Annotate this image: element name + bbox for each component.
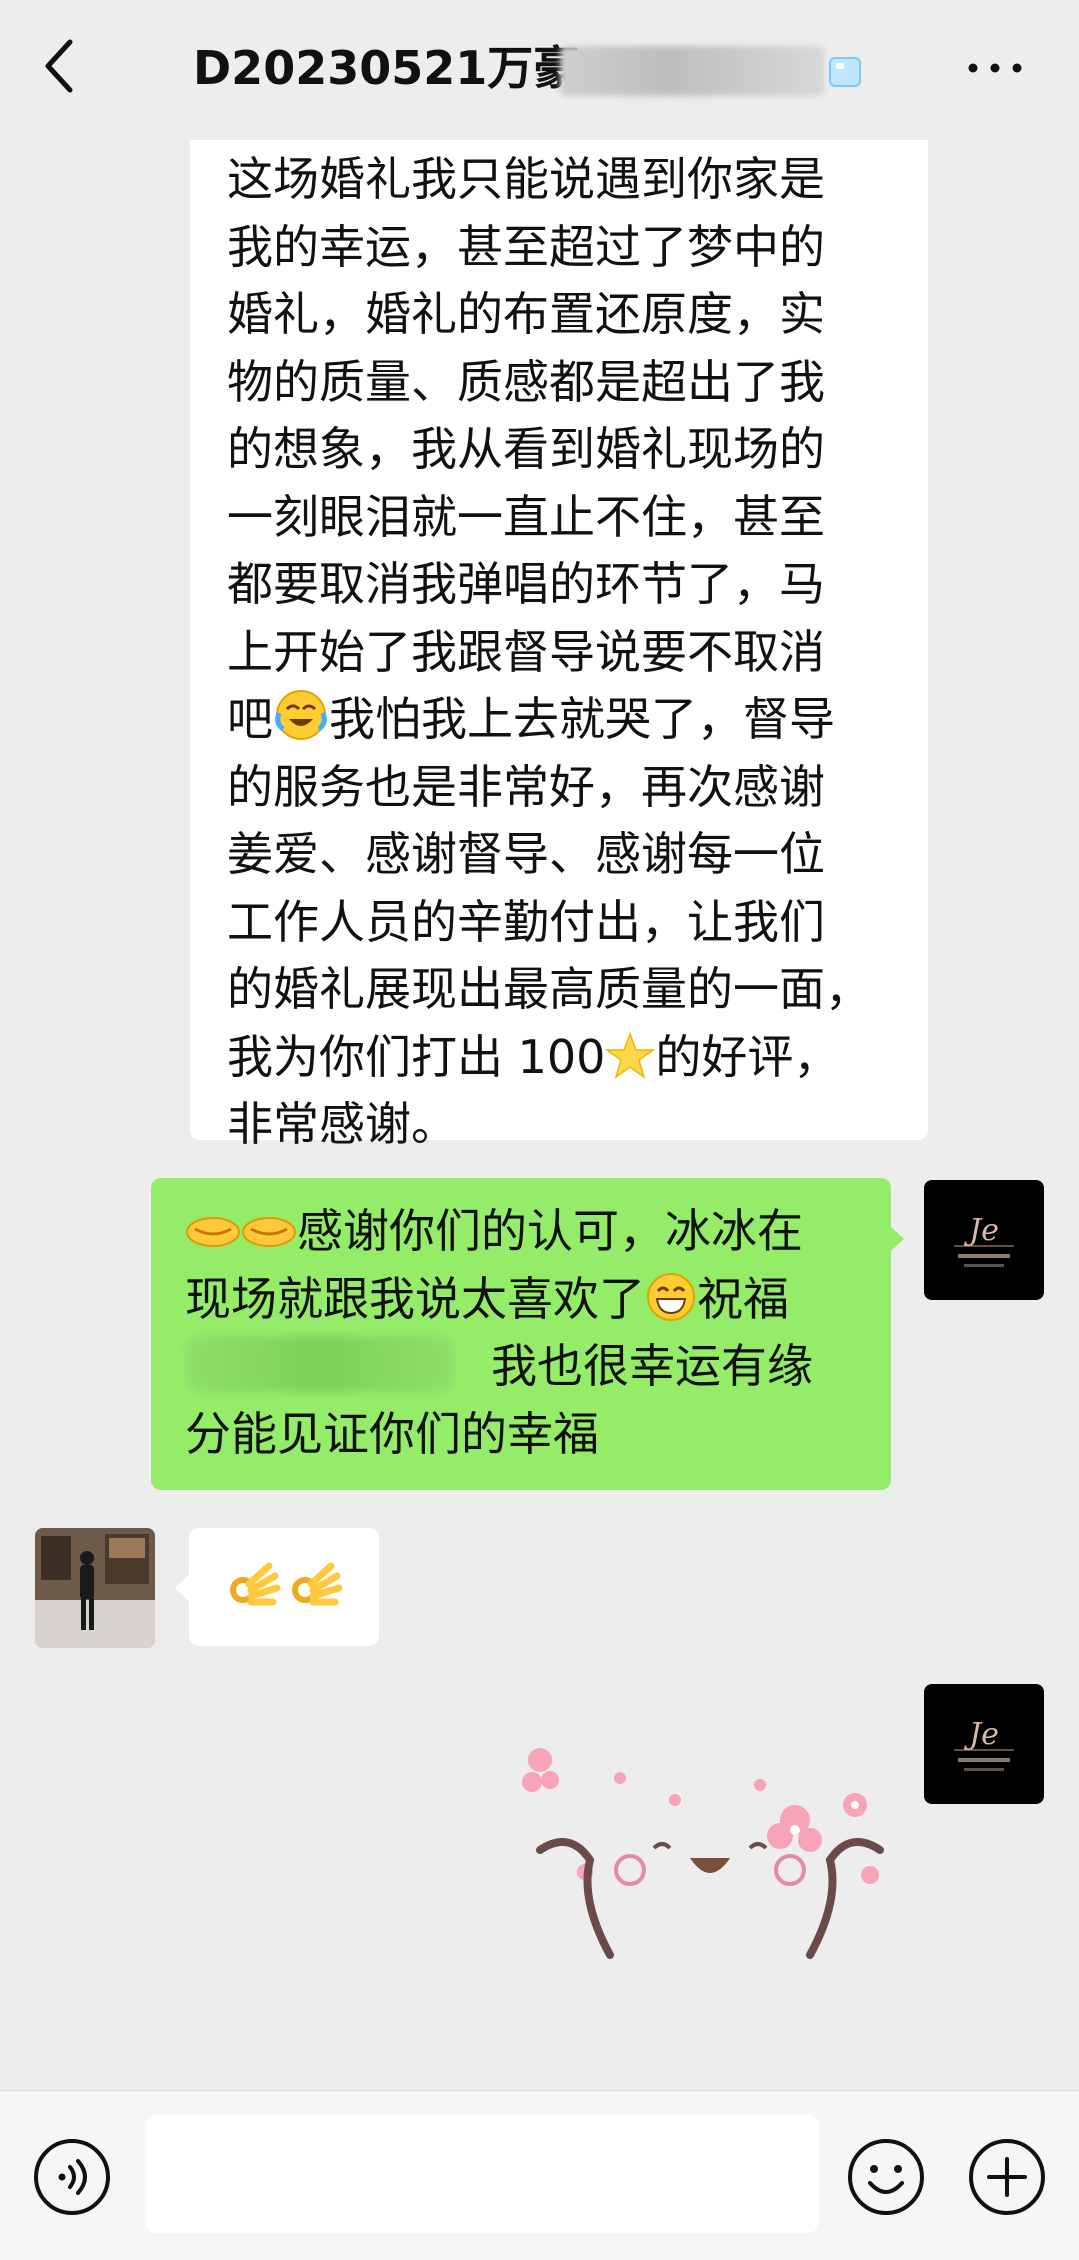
svg-text:Je: Je xyxy=(963,1717,999,1752)
message-line: 分能见证你们的幸福 xyxy=(185,1406,599,1461)
chat-title: D20230521万豪 xyxy=(193,41,580,95)
crying-laughing-emoji-icon xyxy=(273,687,329,762)
je-logo-icon: Je xyxy=(954,1213,1014,1267)
voice-button[interactable] xyxy=(32,2137,112,2217)
message-line: 上开始了我跟督导说要不取消 xyxy=(227,624,825,679)
message-text: 我怕我上去就哭了，督导 xyxy=(329,692,835,746)
message-line: 的想象，我从看到婚礼现场的 xyxy=(227,422,825,476)
redacted-name xyxy=(185,1336,455,1392)
my-avatar[interactable]: Je xyxy=(924,1684,1044,1804)
message-line: 都要取消我弹唱的环节了，马 xyxy=(227,557,825,611)
ok-hand-icon xyxy=(287,1560,343,1635)
message-line: 一刻眼泪就一直止不住，甚至 xyxy=(227,489,825,544)
message-line: 我也很幸运有缘 xyxy=(185,1333,891,1401)
received-message-bubble[interactable]: 这场婚礼我只能说遇到你家是 我的幸运，甚至超过了梦中的 婚礼，婚礼的布置还原度，… xyxy=(190,120,928,1151)
message-line: 姜爱、感谢督导、感谢每一位 xyxy=(227,827,825,881)
more-button[interactable] xyxy=(965,60,1025,76)
message-line: 非常感谢。 xyxy=(227,1097,457,1151)
message-text: 我为你们打出 100 xyxy=(227,1029,606,1084)
sent-message-bubble[interactable]: 感谢你们的认可，冰冰在 现场就跟我说太喜欢了 祝福 我也很幸运有缘 分能见证你们… xyxy=(151,1178,891,1490)
star-emoji-icon xyxy=(605,1031,656,1100)
message-text: 我也很幸运有缘 xyxy=(491,1339,813,1393)
received-message-bubble[interactable] xyxy=(189,1528,379,1646)
message-line: 感谢你们的认可，冰冰在 xyxy=(185,1198,891,1266)
cute-face-sticker-icon xyxy=(522,1748,884,1959)
message-text: 现场就跟我说太喜欢了 xyxy=(185,1271,645,1326)
message-line: 我为你们打出 100 的好评， xyxy=(227,1024,928,1092)
message-line: 吧 我怕我上去就哭了，督导 xyxy=(227,686,928,754)
redacted-title-part xyxy=(560,46,825,96)
message-text: 吧 xyxy=(227,692,273,746)
message-text: 的好评， xyxy=(655,1029,840,1084)
sticker-message[interactable] xyxy=(520,1740,900,2000)
message-text: 祝福 xyxy=(697,1271,789,1326)
voice-icon xyxy=(34,2139,110,2215)
message-line: 工作人员的辛勤付出，让我们 xyxy=(227,894,825,949)
svg-text:Je: Je xyxy=(963,1213,999,1248)
plus-circle-icon xyxy=(969,2139,1045,2215)
message-input[interactable] xyxy=(146,2115,818,2233)
person-photo-icon xyxy=(35,1528,155,1648)
message-line: 现场就跟我说太喜欢了 祝福 xyxy=(185,1266,891,1334)
more-actions-button[interactable] xyxy=(967,2137,1047,2217)
handshake-emoji-icon xyxy=(241,1205,297,1274)
more-dots-icon xyxy=(968,63,1022,73)
grinning-emoji-icon xyxy=(645,1271,697,1342)
back-button[interactable] xyxy=(40,36,80,96)
je-logo-icon: Je xyxy=(954,1717,1014,1771)
chevron-left-icon xyxy=(45,39,73,93)
ice-cube-icon xyxy=(826,52,866,92)
chat-header: D20230521万豪 xyxy=(0,0,1079,140)
message-line: 的服务也是非常好，再次感谢 xyxy=(227,759,825,814)
message-line: 物的质量、质感都是超出了我 xyxy=(227,354,825,409)
emoji-button[interactable] xyxy=(846,2137,926,2217)
my-avatar[interactable]: Je xyxy=(924,1180,1044,1300)
message-text: 感谢你们的认可，冰冰在 xyxy=(297,1204,803,1258)
message-line: 的婚礼展现出最高质量的一面， xyxy=(227,962,871,1016)
message-line: 这场婚礼我只能说遇到你家是 xyxy=(227,152,825,206)
message-line: 我的幸运，甚至超过了梦中的 xyxy=(227,219,825,274)
contact-avatar[interactable] xyxy=(35,1528,155,1648)
smiley-icon xyxy=(848,2139,924,2215)
handshake-emoji-icon xyxy=(185,1205,241,1274)
input-bar xyxy=(0,2090,1079,2260)
message-line: 婚礼，婚礼的布置还原度，实 xyxy=(227,287,825,341)
ok-hand-icon xyxy=(225,1560,281,1635)
